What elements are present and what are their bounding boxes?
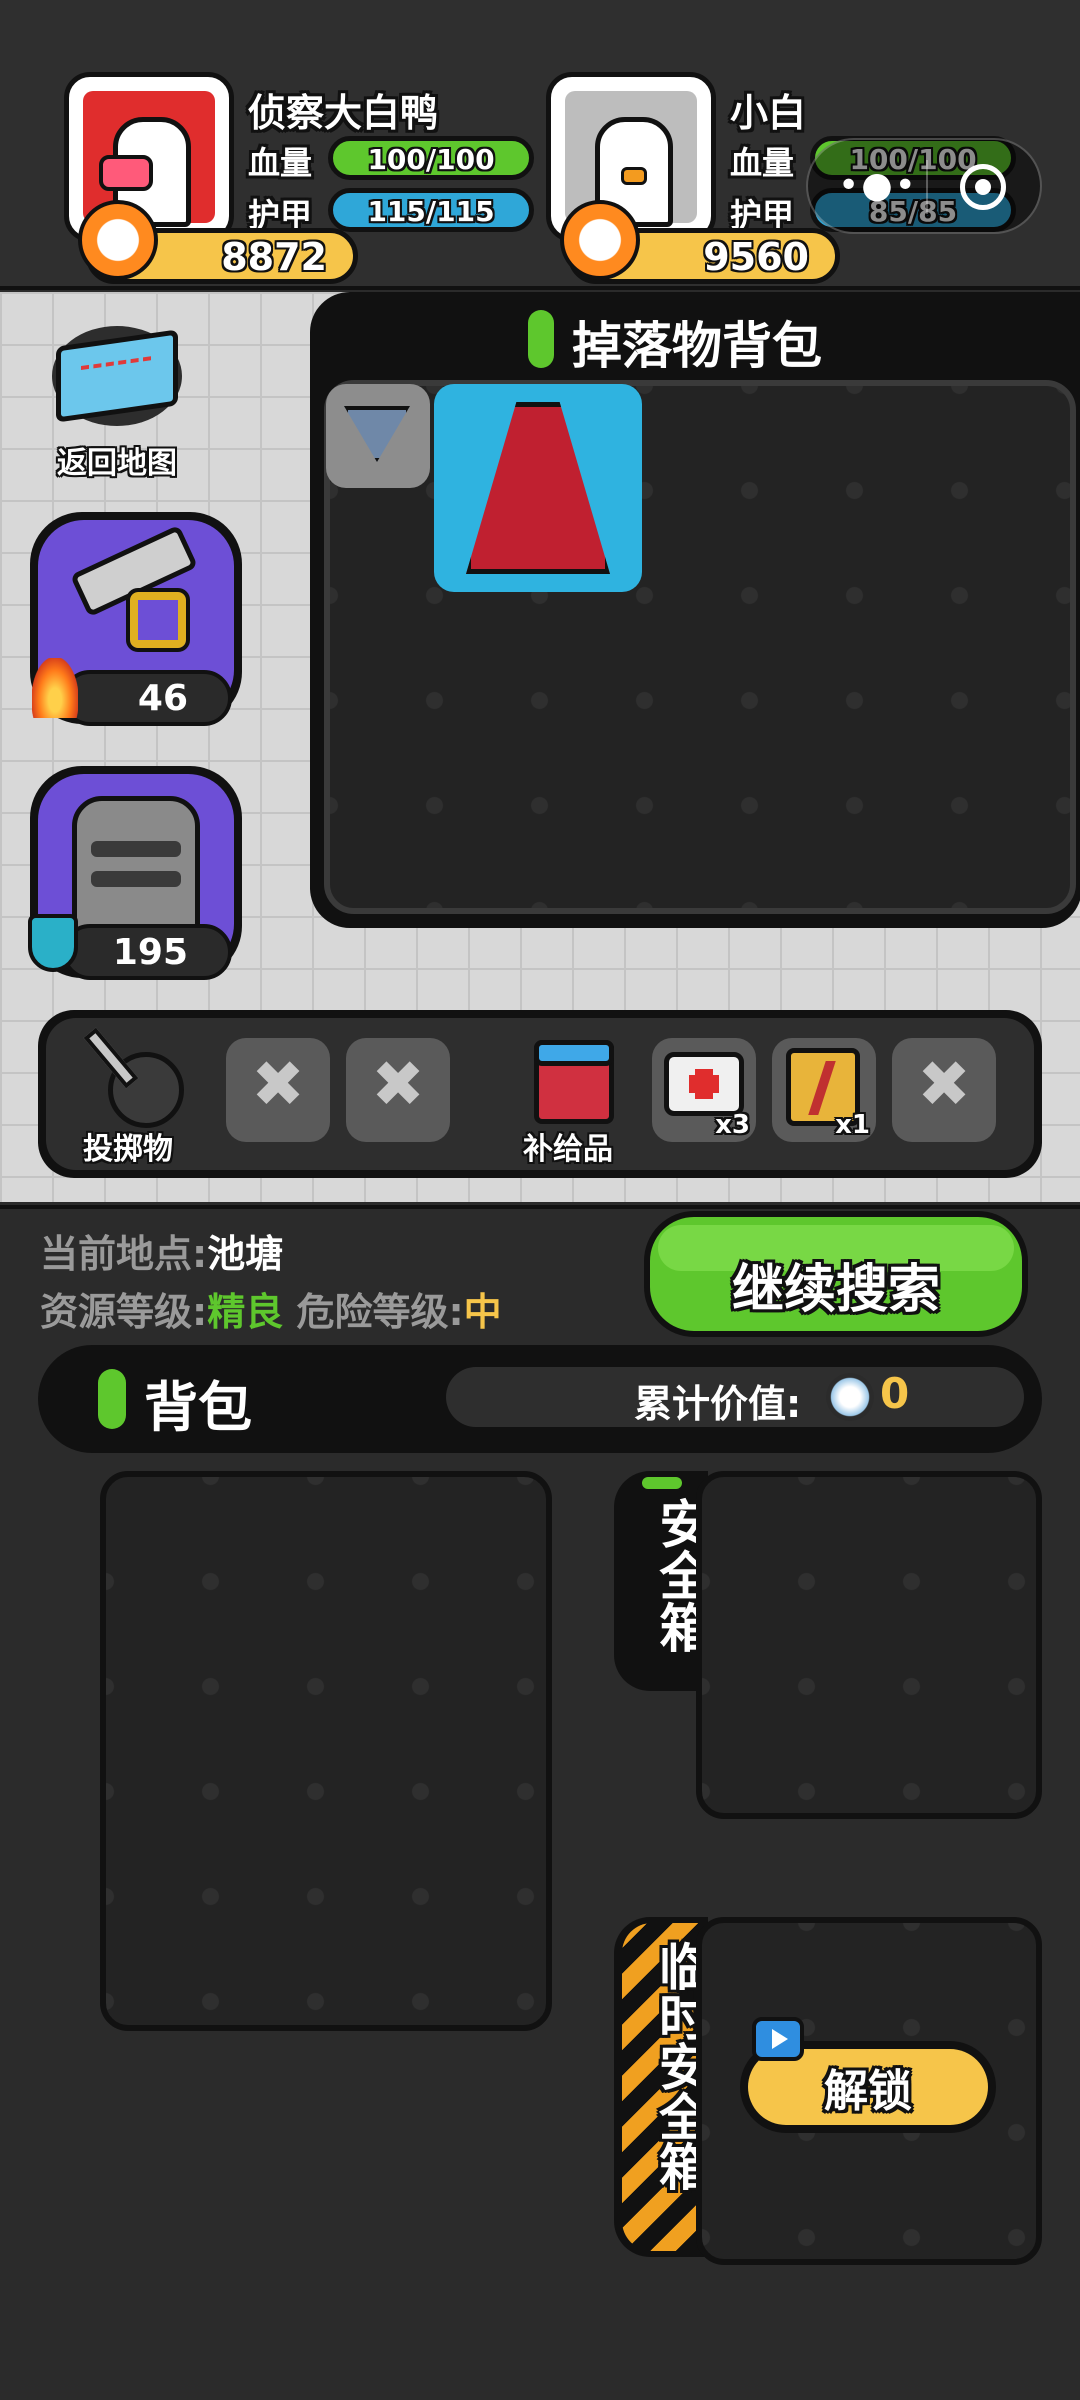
- miniprogram-capsule: •●•: [806, 138, 1042, 234]
- throwables-label: 投掷物: [83, 1132, 173, 1167]
- player1-hp-value: 100/100: [367, 143, 495, 176]
- danger-level-label: 危险等级:: [296, 1290, 464, 1334]
- supplies-label: 补给品: [523, 1132, 613, 1167]
- unlock-label: 解锁: [824, 2066, 912, 2117]
- return-map-label: 返回地图: [57, 446, 177, 481]
- armor-value-pill: 195: [62, 924, 232, 980]
- armor-value: 195: [112, 932, 188, 973]
- player1-name: 侦察大白鸭: [248, 91, 439, 135]
- resource-level-value: 精良: [207, 1290, 284, 1334]
- camera-icon: [99, 155, 153, 191]
- safe-box-marker: [642, 1477, 682, 1489]
- rank-badge-icon: [344, 406, 410, 462]
- danger-level-value: 中: [463, 1290, 502, 1334]
- medkit-count: x3: [715, 1110, 750, 1140]
- weapon-value-pill: 46: [62, 670, 232, 726]
- player1-armor-bar: 115/115: [328, 188, 534, 232]
- player2-name: 小白: [730, 91, 807, 135]
- duck-beak-icon: [621, 167, 647, 185]
- safe-box-tab: 安全箱: [614, 1471, 710, 1691]
- loot-slot-2[interactable]: [434, 384, 642, 592]
- fire-duck-icon: [560, 200, 640, 280]
- close-icon: ✖: [371, 1048, 425, 1122]
- current-location: 当前地点:池塘: [40, 1223, 283, 1278]
- continue-search-button[interactable]: 继续搜索: [644, 1211, 1028, 1337]
- loot-title-marker: [528, 310, 554, 368]
- capsule-divider: [926, 160, 928, 214]
- player-header: 侦察大白鸭 血量 100/100 护甲 115/115 8872 小白 血量 1…: [0, 0, 1080, 290]
- backpack-header: 背包 累计价值: 0: [38, 1345, 1042, 1453]
- energy-count: x1: [835, 1110, 870, 1140]
- backpack-title-marker: [98, 1369, 126, 1429]
- close-miniprogram-icon[interactable]: [960, 164, 1006, 210]
- medkit-icon: [664, 1052, 744, 1116]
- player2-power: 9560: [703, 235, 809, 279]
- safe-box-label: 安全箱: [650, 1497, 710, 1653]
- current-location-label: 当前地点:: [40, 1232, 208, 1276]
- empty-slot-2[interactable]: ✖: [346, 1038, 450, 1142]
- player1-armor-value: 115/115: [367, 195, 495, 228]
- shield-icon: [28, 914, 78, 972]
- player1-power: 8872: [221, 235, 327, 279]
- current-location-value: 池塘: [207, 1232, 284, 1276]
- gun-grip-icon: [126, 588, 190, 652]
- loot-panel: 掉落物背包: [310, 292, 1080, 928]
- safe-box-grid[interactable]: [696, 1471, 1042, 1819]
- player1-hp-label: 血量: [248, 144, 313, 182]
- backpack-area: 当前地点:池塘 资源等级:精良 危险等级:中 继续搜索 背包 累计价值: 0 安…: [0, 1205, 1080, 2400]
- supplies-slot[interactable]: 补给品: [498, 1028, 638, 1168]
- empty-slot-3[interactable]: ✖: [892, 1038, 996, 1142]
- temp-safe-box-tab: 临时安全箱: [614, 1917, 709, 2257]
- player2-hp-label: 血量: [730, 144, 795, 182]
- fire-icon: [32, 658, 78, 718]
- temp-safe-box-label: 临时安全箱: [651, 1941, 709, 2191]
- coin-icon: [826, 1373, 874, 1421]
- total-value-label: 累计价值:: [634, 1382, 802, 1426]
- energy-slot[interactable]: x1: [772, 1038, 876, 1142]
- supply-crate-icon: [534, 1040, 614, 1124]
- continue-search-label: 继续搜索: [731, 1260, 940, 1320]
- backpack-grid[interactable]: [100, 1471, 552, 2031]
- medkit-slot[interactable]: x3: [652, 1038, 756, 1142]
- weapon-value: 46: [137, 678, 188, 719]
- close-icon: ✖: [251, 1048, 305, 1122]
- total-value-pill: 累计价值: 0: [446, 1367, 1024, 1427]
- more-options-icon[interactable]: •●•: [838, 168, 918, 204]
- game-board: 返回地图 46 195 掉落物背包 投掷物 ✖ ✖ 补给品 x3 x1 ✖: [0, 292, 1080, 1202]
- empty-slot-1[interactable]: ✖: [226, 1038, 330, 1142]
- loot-title: 掉落物背包: [572, 317, 822, 375]
- video-ad-icon: [752, 2017, 804, 2061]
- resource-level-label: 资源等级:: [40, 1290, 208, 1334]
- levels-info: 资源等级:精良 危险等级:中: [40, 1281, 502, 1336]
- red-cape-icon: [466, 402, 610, 574]
- vest-icon: [72, 796, 200, 936]
- backpack-title: 背包: [144, 1376, 252, 1439]
- loot-slot-1[interactable]: [326, 384, 430, 488]
- consumables-bar: 投掷物 ✖ ✖ 补给品 x3 x1 ✖: [38, 1010, 1042, 1178]
- total-value: 0: [880, 1369, 910, 1418]
- close-icon: ✖: [917, 1048, 971, 1122]
- throwables-slot[interactable]: 投掷物: [58, 1027, 198, 1168]
- fire-duck-icon: [78, 200, 158, 280]
- player1-hp-bar: 100/100: [328, 136, 534, 180]
- return-map-button[interactable]: 返回地图: [42, 320, 192, 481]
